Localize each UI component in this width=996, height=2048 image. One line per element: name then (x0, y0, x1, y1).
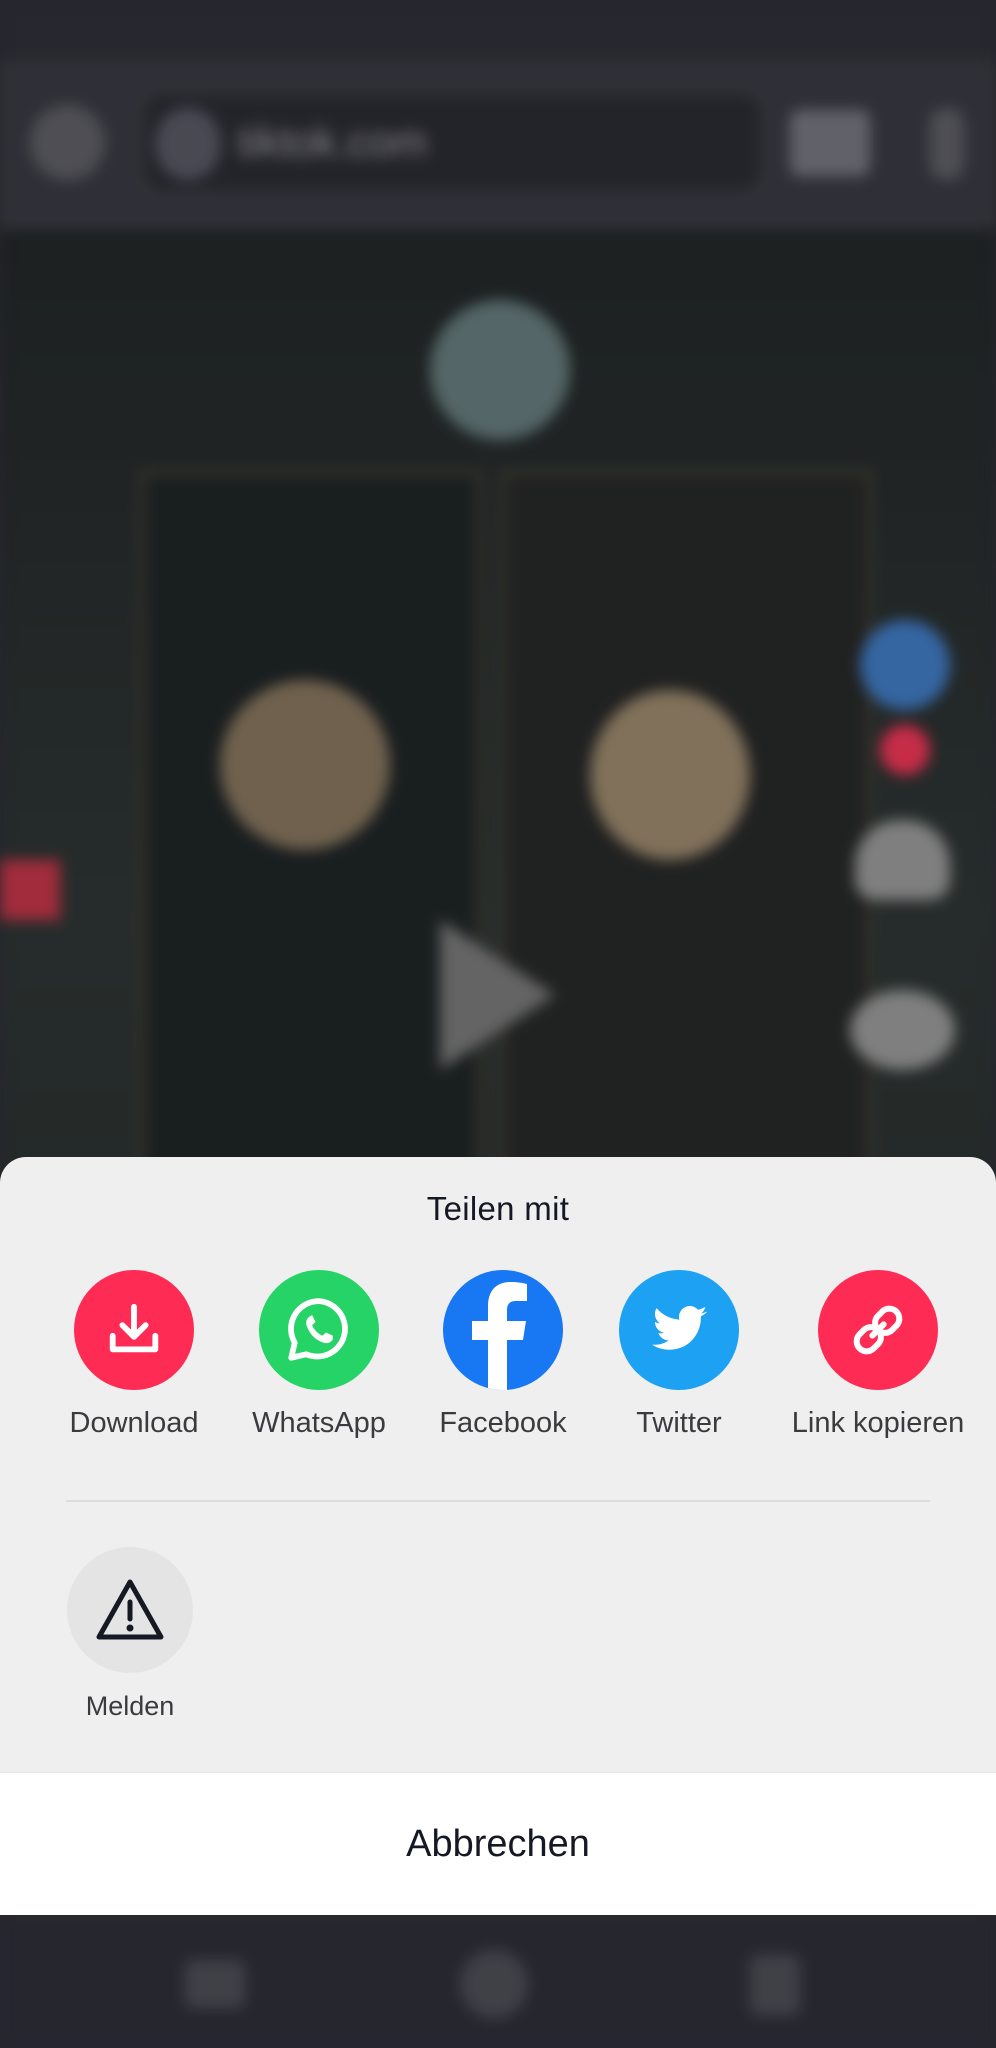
share-copy-link-button[interactable]: Link kopieren (778, 1270, 978, 1440)
link-icon (818, 1270, 938, 1390)
warning-icon (67, 1547, 193, 1673)
cancel-button[interactable]: Abbrechen (0, 1772, 996, 1915)
share-sheet-title: Teilen mit (426, 1190, 570, 1227)
twitter-icon (619, 1270, 739, 1390)
share-item-label: WhatsApp (252, 1407, 386, 1439)
facebook-icon (443, 1270, 563, 1390)
share-item-label: Link kopieren (791, 1407, 965, 1439)
share-item-label: Facebook (439, 1407, 567, 1439)
share-sheet-divider (66, 1500, 930, 1502)
share-facebook-button[interactable]: Facebook (403, 1270, 603, 1440)
report-button[interactable]: Melden (30, 1547, 230, 1722)
share-item-label: Twitter (636, 1407, 722, 1439)
share-download-button[interactable]: Download (34, 1270, 234, 1440)
download-icon (74, 1270, 194, 1390)
share-twitter-button[interactable]: Twitter (579, 1270, 779, 1440)
report-label: Melden (85, 1691, 175, 1721)
share-item-label: Download (69, 1407, 199, 1439)
whatsapp-icon (259, 1270, 379, 1390)
share-whatsapp-button[interactable]: WhatsApp (219, 1270, 419, 1440)
